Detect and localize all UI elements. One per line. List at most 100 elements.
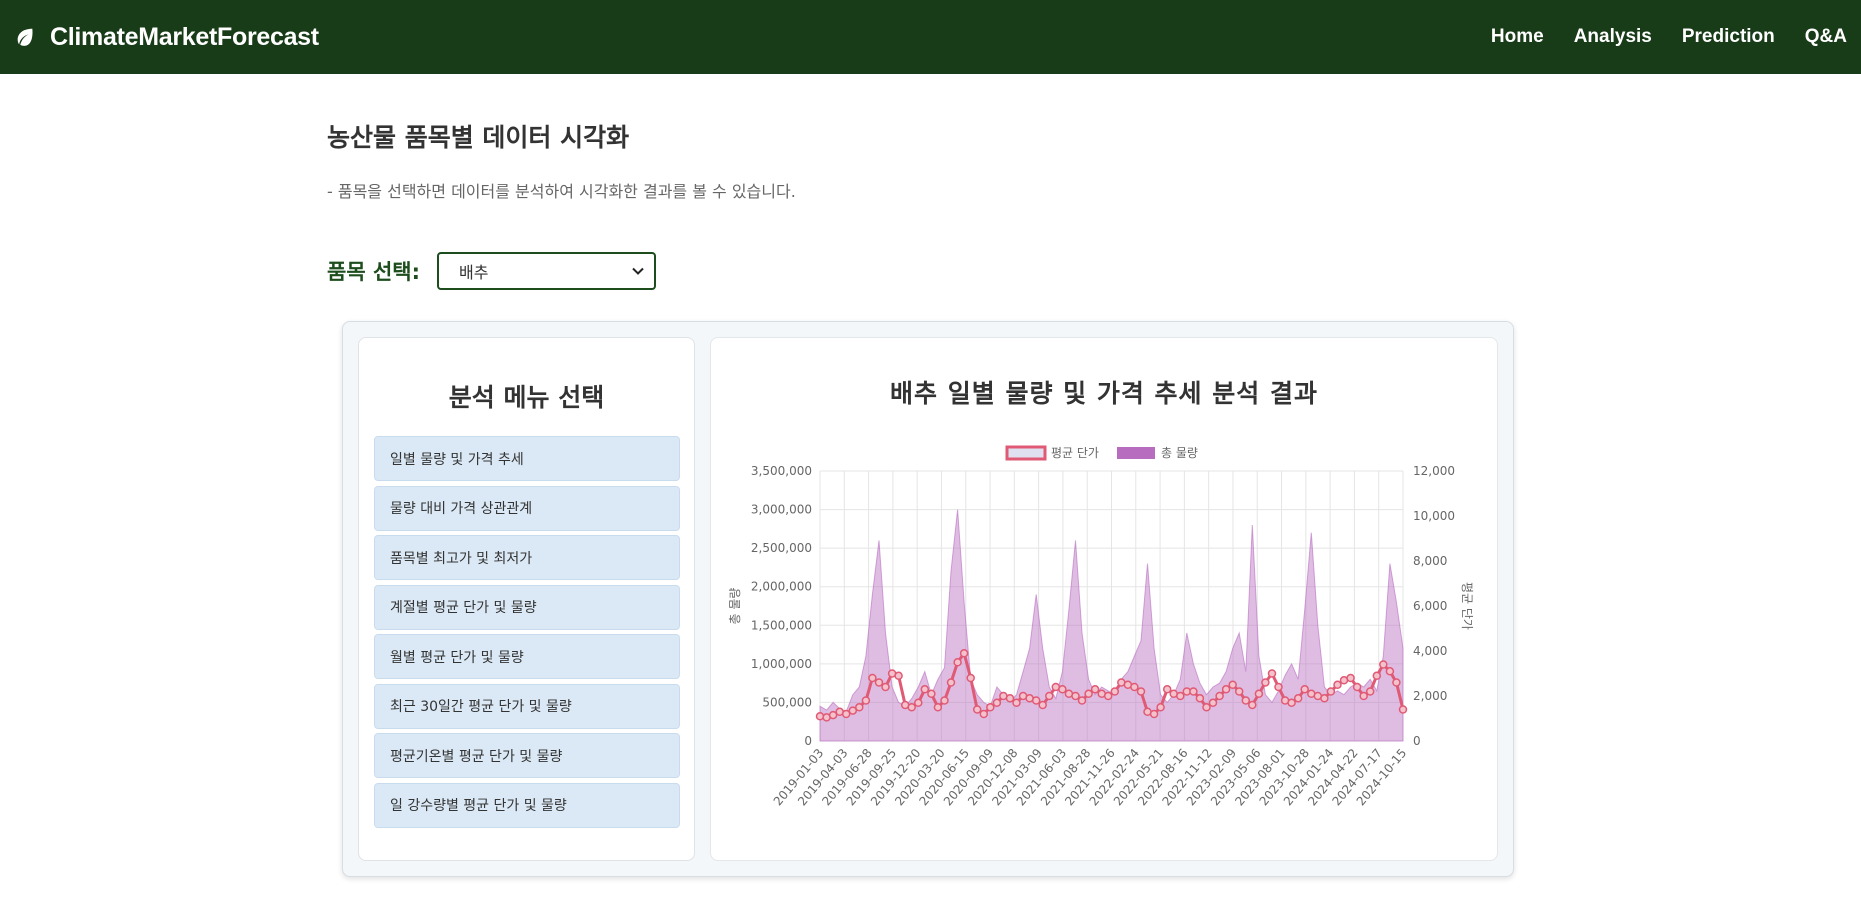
price-point <box>1267 669 1277 678</box>
price-point <box>1346 673 1355 683</box>
menu-item-monthly[interactable]: 월별 평균 단가 및 물량 <box>374 634 680 679</box>
price-point <box>1221 685 1231 694</box>
price-point <box>815 712 825 721</box>
price-point <box>966 673 975 683</box>
price-point <box>1156 703 1165 712</box>
price-point <box>1359 691 1368 701</box>
price-point <box>1110 687 1120 696</box>
page-title: 농산물 품목별 데이터 시각화 <box>327 123 630 152</box>
price-point <box>1254 689 1264 699</box>
y-right-axis-title: 평균 단가 <box>1460 582 1474 630</box>
price-point <box>881 682 890 692</box>
legend-label-price: 평균 단가 <box>1051 446 1099 460</box>
price-point <box>1333 680 1342 690</box>
price-point <box>1058 685 1067 694</box>
price-point <box>1365 687 1375 696</box>
menu-item-daily-trend[interactable]: 일별 물량 및 가격 추세 <box>374 436 680 481</box>
price-point <box>1045 691 1054 701</box>
y-right-tick-label: 10,000 <box>1413 509 1455 523</box>
menu-item-precipitation[interactable]: 일 강수량별 평균 단가 및 물량 <box>374 782 680 828</box>
price-point <box>927 689 936 699</box>
nav-prediction-link[interactable]: Prediction <box>1682 26 1775 48</box>
price-point <box>855 703 864 712</box>
price-point <box>1300 685 1309 694</box>
price-point <box>986 703 995 712</box>
price-point <box>1398 705 1408 714</box>
nav-qa-link[interactable]: Q&A <box>1805 26 1847 48</box>
price-point <box>1248 700 1257 710</box>
price-point <box>1130 682 1139 692</box>
item-select-dropdown[interactable]: 배추 <box>437 252 656 290</box>
legend-swatch-price <box>1005 445 1047 461</box>
price-point <box>1202 703 1211 712</box>
price-point <box>959 649 969 658</box>
price-point <box>1274 682 1283 692</box>
item-select-label: 품목 선택: <box>327 260 420 284</box>
y-right-tick-label: 6,000 <box>1413 599 1447 613</box>
price-point <box>940 696 949 705</box>
price-point <box>1005 694 1015 703</box>
y-left-tick-label: 2,500,000 <box>751 541 812 555</box>
nav-analysis-link[interactable]: Analysis <box>1574 26 1652 48</box>
price-point <box>1215 691 1224 701</box>
menu-item-seasonal[interactable]: 계절별 평균 단가 및 물량 <box>374 584 680 630</box>
menu-item-last-30-days[interactable]: 최근 30일간 평균 단가 및 물량 <box>374 683 680 729</box>
y-left-tick-label: 1,000,000 <box>751 657 812 671</box>
price-point <box>894 671 903 681</box>
nav-home-link[interactable]: Home <box>1491 26 1544 48</box>
analysis-menu-list: 일별 물량 및 가격 추세 물량 대비 가격 상관관계 품목별 최고가 및 최저… <box>374 436 680 832</box>
y-left-tick-label: 2,000,000 <box>751 580 812 594</box>
menu-item-volume-price-correlation[interactable]: 물량 대비 가격 상관관계 <box>374 485 680 531</box>
price-point <box>868 673 877 683</box>
chart-card: 배추 일별 물량 및 가격 추세 분석 결과 0 500,000 1,000,000… <box>710 337 1498 861</box>
price-point <box>1090 685 1100 694</box>
price-point <box>1261 678 1270 687</box>
analysis-menu-card: 분석 메뉴 선택 일별 물량 및 가격 추세 물량 대비 가격 상관관계 품목별… <box>358 337 695 861</box>
top-navbar: ClimateMarketForecast Home Analysis Pred… <box>0 0 1861 74</box>
y-left-tick-label: 0 <box>804 734 812 748</box>
menu-item-max-min-price[interactable]: 품목별 최고가 및 최저가 <box>374 535 680 580</box>
price-point <box>841 709 851 719</box>
price-point <box>1241 696 1251 705</box>
price-point <box>1077 696 1087 705</box>
price-point <box>1234 687 1244 696</box>
y-left-tick-label: 1,500,000 <box>751 618 812 632</box>
analysis-menu-title: 분석 메뉴 선택 <box>448 383 605 412</box>
price-point <box>1031 696 1041 705</box>
y-left-tick-label: 500,000 <box>762 695 812 709</box>
price-point <box>1195 694 1205 703</box>
nav-links: Home Analysis Prediction Q&A <box>1491 26 1847 48</box>
y-right-tick-label: 4,000 <box>1413 644 1447 658</box>
dual-axis-chart: 0 500,000 1,000,000 1,500,000 2,000,000 2,500… <box>728 445 1474 808</box>
price-point <box>1038 700 1047 710</box>
price-point <box>992 698 1002 708</box>
price-point <box>1385 667 1395 676</box>
price-point <box>1084 689 1093 699</box>
price-point <box>1103 691 1113 701</box>
price-point <box>1208 698 1218 708</box>
price-point <box>1162 685 1172 694</box>
price-point <box>1372 671 1382 681</box>
y-left-axis-title: 총 물량 <box>728 588 742 625</box>
price-point <box>1071 691 1080 701</box>
price-point <box>1012 698 1021 708</box>
legend-label-volume: 총 물량 <box>1161 446 1198 460</box>
price-point <box>1379 660 1388 669</box>
menu-item-temperature[interactable]: 평균기온별 평균 단가 및 물량 <box>374 733 680 778</box>
leaf-icon <box>14 26 36 48</box>
price-point <box>1352 682 1362 692</box>
price-point <box>953 658 962 667</box>
price-point <box>914 698 923 708</box>
price-point <box>907 703 916 712</box>
page-description: - 품목을 선택하면 데이터를 분석하여 시각화한 결과를 볼 수 있습니다. <box>327 182 796 201</box>
brand[interactable]: ClimateMarketForecast <box>14 23 319 52</box>
price-point <box>1136 687 1146 696</box>
price-point <box>1320 694 1329 703</box>
y-right-tick-label: 2,000 <box>1413 689 1447 703</box>
price-point <box>1326 687 1336 696</box>
legend-swatch-volume <box>1117 447 1155 459</box>
price-point <box>1287 698 1296 708</box>
y-left-tick-label: 3,500,000 <box>751 464 812 478</box>
price-point <box>861 696 871 705</box>
y-right-tick-label: 8,000 <box>1413 554 1447 568</box>
